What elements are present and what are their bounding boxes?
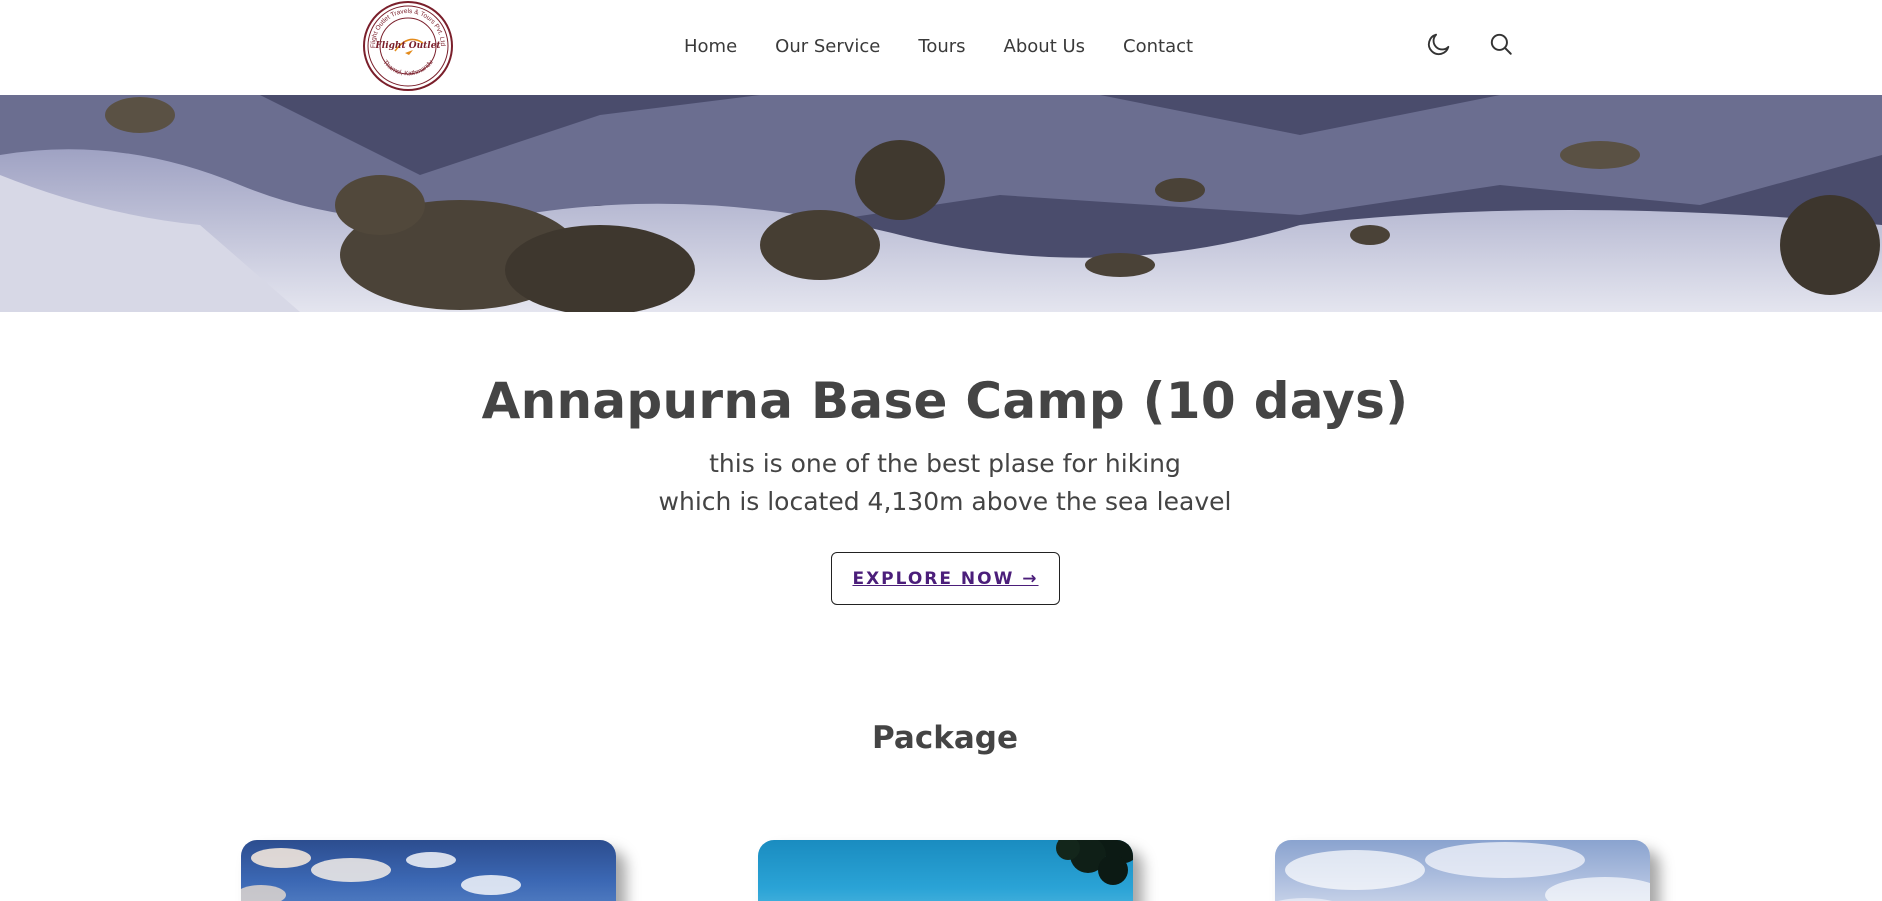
theme-toggle-button[interactable]: [1423, 28, 1455, 60]
search-button[interactable]: [1485, 28, 1517, 60]
nav-home[interactable]: Home: [684, 36, 737, 57]
nav-tours[interactable]: Tours: [918, 36, 965, 57]
package-image-2: [1056, 840, 1133, 885]
svg-text:Thamel, Kathmandu: Thamel, Kathmandu: [381, 59, 434, 78]
nav-contact[interactable]: Contact: [1123, 36, 1193, 57]
package-card-3[interactable]: [1275, 840, 1650, 901]
hero-banner-image: [0, 95, 1882, 312]
page-title: Annapurna Base Camp (10 days): [481, 372, 1409, 430]
package-section-title: Package: [872, 720, 1018, 756]
search-icon: [1490, 33, 1512, 55]
logo-center-text: Flight Outlet: [375, 40, 441, 51]
package-image-1: [241, 848, 521, 901]
main-nav: Home Our Service Tours About Us Contact: [684, 36, 1193, 57]
subtitle-line-2: which is located 4,130m above the sea le…: [658, 487, 1232, 516]
subtitle-line-1: this is one of the best plase for hiking: [709, 449, 1181, 478]
package-card-1[interactable]: [241, 840, 616, 901]
site-header: Flight Outlet Travels & Tours Pvt. Ltd. …: [0, 0, 1882, 95]
moon-icon: [1427, 33, 1450, 56]
package-image-3: [1278, 842, 1650, 901]
explore-now-button[interactable]: EXPLORE NOW →: [831, 552, 1060, 605]
brand-logo[interactable]: Flight Outlet Travels & Tours Pvt. Ltd. …: [363, 1, 453, 91]
logo-ring-text-bottom: Thamel, Kathmandu: [381, 59, 434, 78]
nav-about-us[interactable]: About Us: [1004, 36, 1086, 57]
nav-our-service[interactable]: Our Service: [775, 36, 880, 57]
package-card-2[interactable]: [758, 840, 1133, 901]
mountain-landscape-image: [0, 95, 1882, 312]
